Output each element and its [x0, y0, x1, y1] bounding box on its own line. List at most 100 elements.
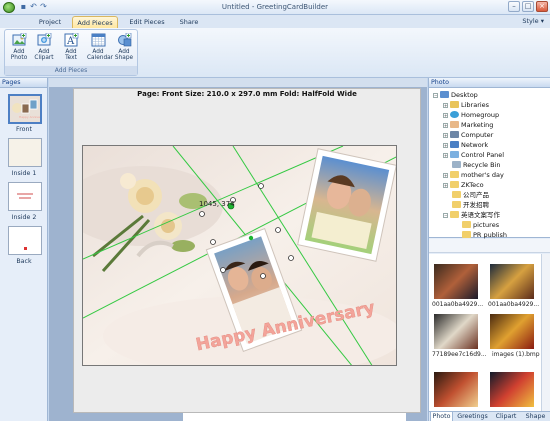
tree-node-company-products[interactable]: 公司产品	[452, 191, 489, 200]
expand-icon[interactable]: +	[443, 143, 448, 148]
title-bar: ▪ ↶ ↷ Untitled - GreetingCardBuilder – □…	[0, 0, 550, 15]
tree-node-label: Marketing	[461, 121, 494, 129]
add-photo-button[interactable]: Add Photo	[8, 32, 30, 66]
folder-icon	[450, 181, 459, 188]
tree-node-label: Control Panel	[461, 151, 505, 159]
tree-node-pictures[interactable]: pictures	[462, 221, 499, 230]
tree-node-libraries[interactable]: + Libraries	[443, 101, 489, 110]
collapse-icon[interactable]: −	[443, 213, 448, 218]
collapse-icon[interactable]: −	[433, 93, 438, 98]
folder-icon	[462, 231, 471, 238]
folder-icon	[452, 201, 461, 208]
tree-node-network[interactable]: + Network	[443, 141, 488, 150]
tree-node-recruiting[interactable]: 开发招聘	[452, 201, 489, 210]
thumbnails-scrollbar[interactable]	[541, 254, 550, 411]
text-icon: A	[64, 33, 78, 47]
bottom-status-strip	[183, 413, 406, 421]
tab-shape[interactable]: Shape	[522, 412, 549, 421]
tree-node-homegroup[interactable]: + Homegroup	[443, 111, 499, 120]
photo-thumbnail[interactable]	[434, 314, 478, 349]
page-thumb-inside-1[interactable]	[8, 138, 42, 167]
tree-node-recycle-bin[interactable]: Recycle Bin	[452, 161, 500, 170]
pages-panel-title: Pages	[0, 78, 47, 88]
folder-icon	[452, 191, 461, 198]
inside-2-text-line	[17, 193, 33, 195]
tab-share[interactable]: Share	[174, 16, 204, 28]
control-panel-icon	[450, 151, 459, 158]
folder-icon	[450, 211, 459, 218]
tree-node-label: 英语文案写作	[461, 211, 500, 219]
shape-icon	[117, 33, 131, 47]
tab-clipart[interactable]: Clipart	[492, 412, 520, 421]
tree-node-label: mother's day	[461, 171, 504, 179]
tab-photo[interactable]: Photo	[430, 412, 453, 421]
svg-text:Happy Anniversary: Happy Anniversary	[19, 115, 40, 119]
photo-thumbnail-label: 77189ee7c16d9...	[432, 351, 487, 358]
photo-panel-title: Photo	[429, 78, 550, 88]
canvas-area: Page: Front Size: 210.0 x 297.0 mm Fold:…	[49, 78, 427, 421]
expand-icon[interactable]: +	[443, 173, 448, 178]
photo-icon	[12, 33, 26, 46]
photo-panel-tabs: Photo Greetings Clipart Shape	[429, 411, 550, 421]
expand-icon[interactable]: +	[443, 133, 448, 138]
expand-icon[interactable]: +	[443, 153, 448, 158]
tree-node-label: Network	[461, 141, 489, 149]
tab-greetings[interactable]: Greetings	[455, 412, 490, 421]
page-label-inside-1: Inside 1	[11, 170, 37, 177]
pages-panel: Pages Happy Anniversary Front Inside 1 I…	[0, 78, 48, 421]
photo-thumbnail[interactable]	[434, 372, 478, 407]
tree-node-mothers-day[interactable]: + mother's day	[443, 171, 504, 180]
photo-thumbnail[interactable]	[434, 264, 478, 299]
canvas-ruler	[49, 78, 427, 87]
minimize-icon[interactable]: –	[508, 1, 520, 12]
tree-node-desktop[interactable]: − Desktop	[433, 91, 478, 100]
photo-thumbnail-label: images (1).bmp	[492, 351, 540, 358]
expand-icon[interactable]: +	[443, 103, 448, 108]
photo-thumbnail[interactable]	[490, 264, 534, 299]
desktop-icon	[440, 91, 449, 98]
add-text-button[interactable]: A Add Text	[60, 32, 82, 66]
photo-thumbnail[interactable]	[490, 372, 534, 407]
add-clipart-button[interactable]: Add Clipart	[33, 32, 55, 66]
user-icon	[450, 121, 459, 128]
expand-icon[interactable]: +	[443, 123, 448, 128]
tab-project[interactable]: Project	[24, 16, 76, 28]
clipart-icon	[37, 33, 51, 46]
tree-node-label: Computer	[461, 131, 494, 139]
library-icon	[450, 101, 459, 108]
tree-node-zkteco[interactable]: + ZKTeco	[443, 181, 484, 190]
page-thumb-inside-2[interactable]	[8, 182, 42, 211]
calendar-icon	[91, 33, 105, 47]
window-title: Untitled - GreetingCardBuilder	[221, 3, 329, 11]
tree-node-marketing[interactable]: + Marketing	[443, 121, 493, 130]
close-icon[interactable]: ×	[536, 1, 548, 12]
add-photo-label-2: Photo	[10, 55, 28, 61]
tree-node-control-panel[interactable]: + Control Panel	[443, 151, 504, 160]
add-shape-label-2: Shape	[114, 55, 134, 61]
tree-node-label: pictures	[473, 221, 500, 229]
tree-node-computer[interactable]: + Computer	[443, 131, 493, 140]
network-icon	[450, 141, 459, 148]
tree-node-label: Libraries	[461, 101, 490, 109]
add-calendar-button[interactable]: Add Calendar	[87, 32, 113, 66]
photo-thumbnail[interactable]	[490, 314, 534, 349]
window-controls: – □ ×	[508, 1, 548, 12]
back-logo-dot	[24, 247, 27, 250]
expand-icon[interactable]: +	[443, 183, 448, 188]
add-clipart-label-2: Clipart	[34, 55, 54, 61]
card-front[interactable]: 1045, 374 Happy Anniversary	[82, 145, 397, 366]
add-shape-button[interactable]: Add Shape	[113, 32, 135, 66]
tab-edit-pieces[interactable]: Edit Pieces	[122, 16, 172, 28]
tree-horizontal-scrollbar[interactable]	[429, 239, 550, 253]
page-thumb-front[interactable]: Happy Anniversary	[8, 94, 42, 124]
tab-add-pieces[interactable]: Add Pieces	[72, 16, 118, 28]
expand-icon[interactable]: +	[443, 113, 448, 118]
tree-node-english-copywriting[interactable]: − 英语文案写作	[443, 211, 500, 220]
maximize-icon[interactable]: □	[522, 1, 534, 12]
center-handle	[248, 235, 254, 241]
tree-node-label: Recycle Bin	[463, 161, 501, 169]
tree-node-label: Homegroup	[461, 111, 500, 119]
computer-icon	[450, 131, 459, 138]
style-menu[interactable]: Style ▾	[522, 16, 544, 27]
page-thumb-back[interactable]	[8, 226, 42, 255]
